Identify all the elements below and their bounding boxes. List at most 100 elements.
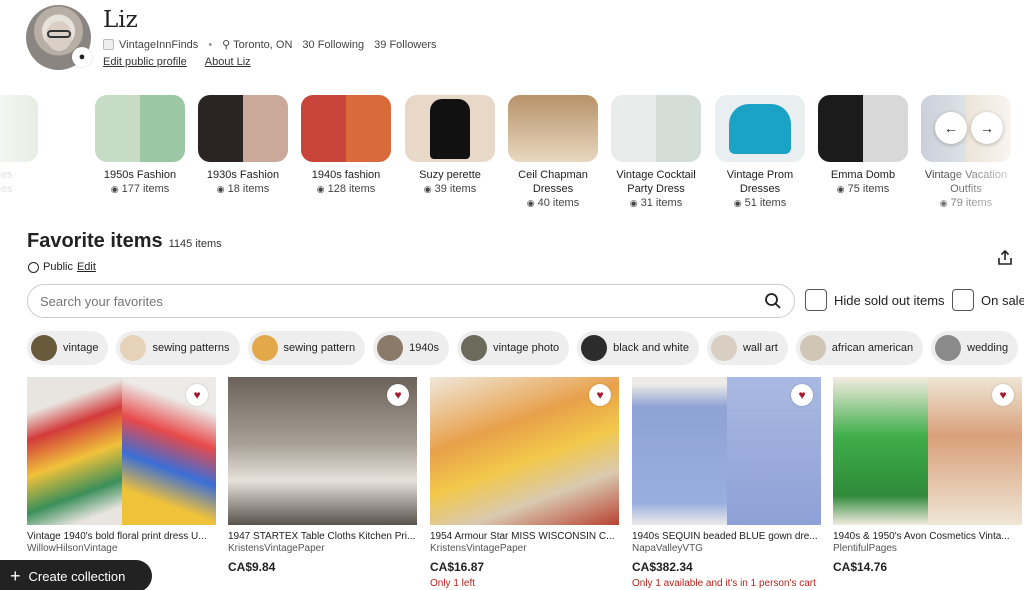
collection-card[interactable]: Vintage Cocktail Party Dress ◉ 31 items [611, 95, 701, 210]
on-sale-label: On sale [981, 292, 1024, 308]
shop-icon [103, 39, 114, 51]
favorite-heart-icon[interactable]: ♥ [589, 384, 611, 406]
carousel-next-button[interactable]: → [971, 112, 1003, 144]
camera-icon[interactable]: ● [72, 47, 92, 67]
listing-image[interactable]: ♥ [228, 377, 417, 525]
listing-title[interactable]: 1940s SEQUIN beaded BLUE gown dre... [632, 531, 821, 543]
tag-label: sewing pattern [283, 342, 356, 354]
tag-chip[interactable]: sewing patterns [116, 331, 240, 365]
search-icon[interactable] [764, 292, 782, 310]
share-icon[interactable] [997, 250, 1013, 266]
tag-chip[interactable]: vintage photo [457, 331, 570, 365]
lock-icon: ◉ [316, 184, 325, 194]
following-link[interactable]: 30 Following [302, 39, 364, 51]
collection-card[interactable]: 1950s Fashion ◉ 177 items [95, 95, 185, 196]
on-sale-filter[interactable]: On sale [952, 289, 1024, 311]
collection-count-text: 79 items [950, 197, 993, 209]
tag-chips: vintage sewing patterns sewing pattern 1… [27, 331, 1019, 365]
collection-card[interactable]: Suzy perette ◉ 39 items [405, 95, 495, 196]
collection-thumbnail [95, 95, 185, 162]
tag-thumbnail [710, 335, 737, 361]
tag-label: sewing patterns [152, 342, 230, 354]
tag-chip[interactable]: wall art [706, 331, 788, 365]
collection-count-text: 75 items [847, 183, 890, 195]
edit-profile-link[interactable]: Edit public profile [103, 56, 187, 68]
favorite-heart-icon[interactable]: ♥ [992, 384, 1014, 406]
tag-label: wedding [967, 342, 1009, 354]
listing-title[interactable]: 1947 STARTEX Table Cloths Kitchen Pri... [228, 531, 417, 543]
arrow-left-icon: ← [944, 120, 958, 136]
collection-card[interactable]: Emma Domb ◉ 75 items [818, 95, 908, 196]
listing-card[interactable]: ♥ 1954 Armour Star MISS WISCONSIN C... K… [430, 377, 619, 589]
lock-icon: ◉ [526, 198, 535, 208]
tag-thumbnail [120, 335, 147, 361]
collection-card[interactable]: Vintage Prom Dresses ◉ 51 items [715, 95, 805, 210]
collection-card[interactable]: Vintage Vacation Outfits ◉ 79 items [921, 95, 1011, 210]
tag-chip[interactable]: wedding [931, 331, 1019, 365]
collection-count: ◉ 51 items [715, 196, 805, 210]
search-input[interactable] [40, 293, 764, 309]
collection-card[interactable]: Ceil Chapman Dresses ◉ 40 items [508, 95, 598, 210]
tag-chip[interactable]: sewing pattern [247, 331, 366, 365]
shop-link[interactable]: VintageInnFinds [103, 39, 198, 51]
tag-chip[interactable]: vintage [27, 331, 109, 365]
collection-title: Vintage Vacation [924, 169, 1008, 181]
tag-thumbnail [581, 335, 608, 361]
listing-title[interactable]: 1954 Armour Star MISS WISCONSIN C... [430, 531, 619, 543]
shop-name: VintageInnFinds [119, 38, 199, 51]
stock-note: Only 1 left [430, 578, 476, 589]
favorites-count: 1145 items [168, 238, 222, 250]
globe-icon [28, 261, 39, 273]
on-sale-checkbox[interactable] [952, 289, 974, 311]
tag-thumbnail [799, 335, 826, 361]
tag-label: african american [831, 342, 914, 354]
favorite-heart-icon[interactable]: ♥ [387, 384, 409, 406]
followers-link[interactable]: 39 Followers [374, 39, 436, 51]
listing-card[interactable]: ♥ 1947 STARTEX Table Cloths Kitchen Pri.… [228, 377, 417, 574]
listing-image[interactable]: ♥ [632, 377, 821, 525]
tag-chip[interactable]: 1940s [373, 331, 450, 365]
collection-title: 1950s Fashion [103, 169, 177, 181]
listing-image[interactable]: ♥ [27, 377, 216, 525]
listing-shop[interactable]: WillowHilsonVintage [27, 543, 216, 555]
collection-title: earches [0, 169, 13, 181]
listing-card[interactable]: ♥ 1940s & 1950's Avon Cosmetics Vinta...… [833, 377, 1022, 574]
collection-thumbnail [301, 95, 391, 162]
listing-shop[interactable]: NapaValleyVTG [632, 543, 821, 555]
arrow-right-icon: → [980, 120, 994, 136]
tag-chip[interactable]: african american [795, 331, 924, 365]
location-pin-icon: ⚲ [222, 39, 231, 51]
listing-card[interactable]: ♥ Vintage 1940's bold floral print dress… [27, 377, 216, 555]
about-link[interactable]: About Liz [205, 56, 251, 68]
create-collection-button[interactable]: + Create collection [0, 560, 152, 590]
listing-shop[interactable]: PlentifulPages [833, 543, 1022, 555]
collection-card[interactable]: 1930s Fashion ◉ 18 items [198, 95, 288, 196]
listing-card[interactable]: ♥ 1940s SEQUIN beaded BLUE gown dre... N… [632, 377, 821, 589]
tag-chip[interactable]: black and white [577, 331, 699, 365]
collection-count: ◉ 128 items [301, 182, 391, 196]
hide-sold-filter[interactable]: Hide sold out items [805, 289, 945, 311]
listing-shop[interactable]: KristensVintagePaper [228, 543, 417, 555]
collection-thumbnail [611, 95, 701, 162]
collection-card[interactable]: 1940s fashion ◉ 128 items [301, 95, 391, 196]
collection-count-text: 31 items [640, 197, 683, 209]
listing-image[interactable]: ♥ [430, 377, 619, 525]
collection-card[interactable]: earches earches [0, 95, 38, 196]
listing-title[interactable]: Vintage 1940's bold floral print dress U… [27, 531, 216, 543]
listing-title[interactable]: 1940s & 1950's Avon Cosmetics Vinta... [833, 531, 1022, 543]
collection-count: ◉ 39 items [405, 182, 495, 196]
collection-title-line2: Party Dress [627, 183, 685, 195]
favorite-heart-icon[interactable]: ♥ [186, 384, 208, 406]
hide-sold-checkbox[interactable] [805, 289, 827, 311]
favorite-heart-icon[interactable]: ♥ [791, 384, 813, 406]
listing-price: CA$9.84 [228, 560, 276, 574]
tag-thumbnail [935, 335, 962, 361]
collection-title: Suzy perette [419, 169, 481, 181]
collection-count-text: 39 items [434, 183, 477, 195]
listing-image[interactable]: ♥ [833, 377, 1022, 525]
location: ⚲ Toronto, ON [222, 38, 292, 51]
carousel-prev-button[interactable]: ← [935, 112, 967, 144]
listing-shop[interactable]: KristensVintagePaper [430, 543, 619, 555]
privacy-edit-link[interactable]: Edit [77, 261, 96, 273]
lock-icon: ◉ [939, 198, 948, 208]
